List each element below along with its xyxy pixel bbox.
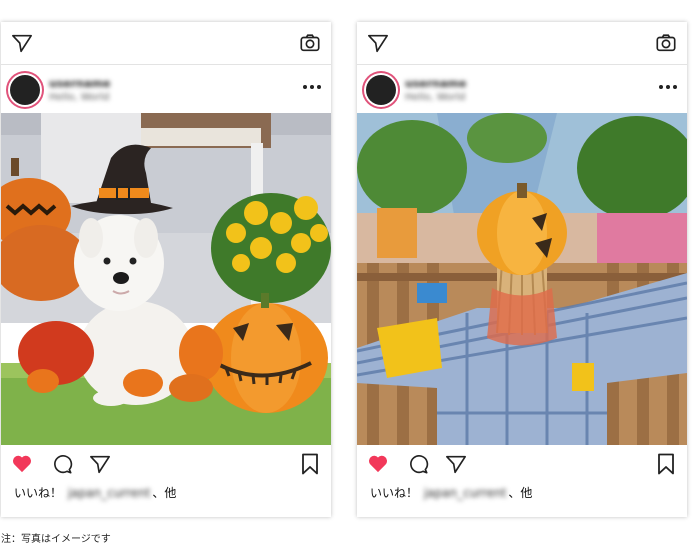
comment-bubble-icon[interactable] — [51, 453, 73, 479]
post-card-1: username Hello, World いいね！ japan_current… — [1, 22, 331, 517]
likes-line: いいね！ japan_current 、他 — [370, 484, 532, 501]
camera-icon[interactable] — [655, 32, 677, 58]
post-photo — [357, 113, 687, 445]
heart-icon[interactable] — [11, 453, 33, 477]
post-header: username Hello, World — [357, 65, 687, 113]
action-bar — [1, 450, 331, 478]
top-bar — [1, 22, 331, 65]
footnote: 注：写真はイメージです — [1, 534, 111, 545]
comment-bubble-icon[interactable] — [407, 453, 429, 479]
likes-suffix[interactable]: 、他 — [152, 486, 176, 500]
paper-plane-icon[interactable] — [367, 32, 389, 58]
action-bar — [357, 450, 687, 478]
avatar[interactable] — [10, 75, 40, 105]
more-options-icon[interactable] — [303, 85, 321, 89]
likes-line: いいね！ japan_current 、他 — [14, 484, 176, 501]
liked-by-username[interactable]: japan_current — [68, 486, 151, 500]
more-options-icon[interactable] — [659, 85, 677, 89]
post-card-2: username Hello, World いいね！ japan_current… — [357, 22, 687, 517]
liked-by-username[interactable]: japan_current — [424, 486, 507, 500]
avatar[interactable] — [366, 75, 396, 105]
likes-prefix: いいね！ — [370, 486, 419, 500]
paper-plane-icon[interactable] — [11, 32, 33, 58]
post-photo — [1, 113, 331, 445]
likes-prefix: いいね！ — [14, 486, 63, 500]
username[interactable]: username — [49, 77, 110, 90]
share-icon[interactable] — [445, 453, 467, 479]
share-icon[interactable] — [89, 453, 111, 479]
username[interactable]: username — [405, 77, 466, 90]
post-subtitle: Hello, World — [405, 92, 466, 103]
bookmark-icon[interactable] — [301, 453, 319, 479]
heart-icon[interactable] — [367, 453, 389, 477]
camera-icon[interactable] — [299, 32, 321, 58]
post-subtitle: Hello, World — [49, 92, 110, 103]
bookmark-icon[interactable] — [657, 453, 675, 479]
post-header: username Hello, World — [1, 65, 331, 113]
likes-suffix[interactable]: 、他 — [508, 486, 532, 500]
top-bar — [357, 22, 687, 65]
